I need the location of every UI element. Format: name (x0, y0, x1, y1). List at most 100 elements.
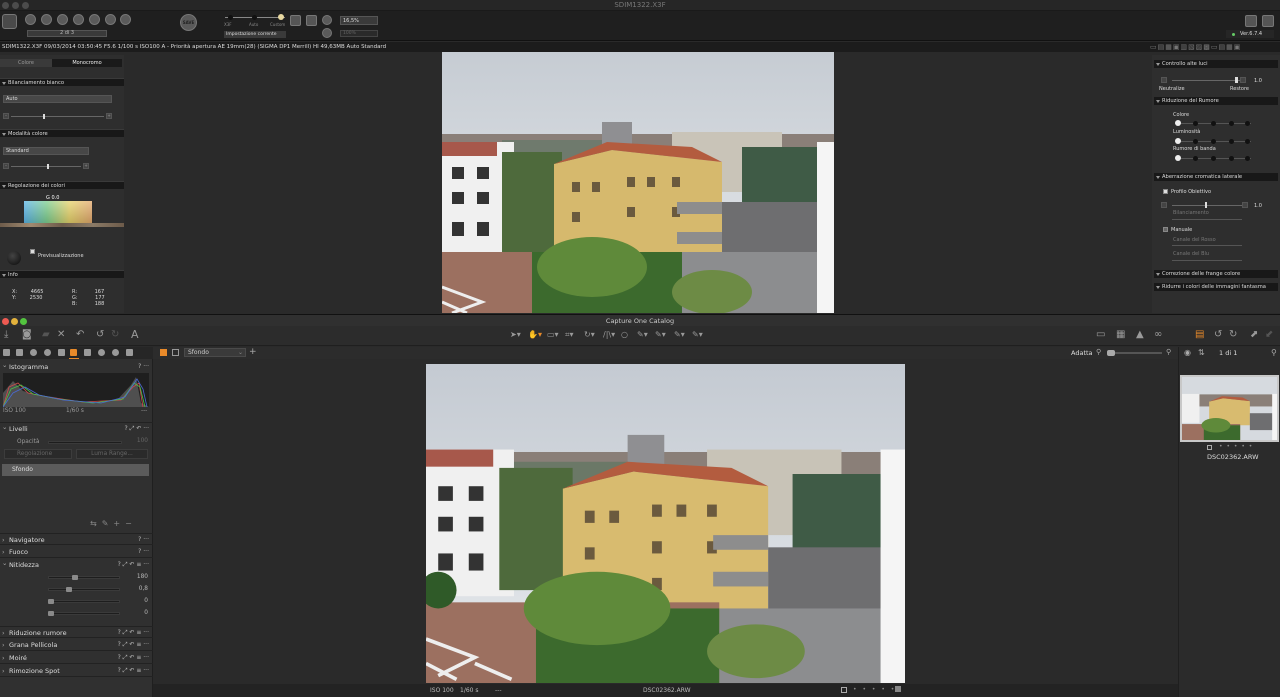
picker-tool-icon[interactable]: ✎▾ (637, 330, 648, 340)
eye-icon[interactable]: ◉ (1184, 348, 1191, 357)
exposure-warning-icon[interactable]: ▲ (1136, 330, 1144, 340)
plus-icon[interactable]: + (83, 163, 89, 169)
capture-tab-icon[interactable] (16, 349, 23, 356)
thumb-rating-icon[interactable]: • • • • • (1219, 443, 1253, 450)
rotate-tool-icon[interactable]: ↻▾ (584, 330, 595, 340)
import-icon[interactable]: ⤓ (4, 330, 8, 340)
brush-tool-icon[interactable]: ✎▾ (655, 330, 666, 340)
thumb-checkbox[interactable] (1207, 445, 1212, 450)
camera-icon[interactable]: ◙ (22, 330, 32, 340)
opacita-value[interactable]: 100 (124, 437, 148, 446)
rumore-banda-slider[interactable] (1175, 155, 1251, 161)
modalita-header[interactable]: Modalità colore (0, 129, 124, 137)
zoom-slider[interactable] (1107, 352, 1162, 354)
add-layer-icon[interactable]: + (249, 347, 257, 357)
fullscreen-icon[interactable] (89, 14, 100, 25)
alte-luci-knob[interactable] (1235, 77, 1238, 83)
grid-icon[interactable] (1245, 15, 1257, 27)
rotate-right-icon[interactable] (73, 14, 84, 25)
tool-moire[interactable]: Moiré ? ⤢ ↶ ≡ ··· (0, 652, 153, 664)
nitidezza-slider[interactable] (48, 600, 120, 603)
zoom-slider-knob[interactable] (1107, 350, 1115, 356)
tool-help-more-icon[interactable]: ? ··· (138, 534, 149, 546)
compare-icon[interactable] (105, 14, 116, 25)
nitidezza-slider[interactable] (48, 576, 120, 579)
layer-select[interactable]: Sfondo ⌄ (184, 348, 246, 357)
sort-icon[interactable]: ⇅ (1198, 348, 1205, 357)
tool-help-more-icon[interactable]: ? ··· (138, 361, 149, 373)
opacita-slider[interactable] (48, 441, 122, 444)
layout-icon[interactable] (1262, 15, 1274, 27)
crop-tool-icon[interactable]: ⌗▾ (565, 330, 574, 340)
slider-knob[interactable] (47, 164, 49, 169)
tab-monocromo[interactable]: Monocromo (52, 59, 122, 67)
minus-icon[interactable]: – (3, 113, 9, 119)
nitidezza-slider-knob[interactable] (71, 575, 78, 580)
fantasma-header[interactable]: Ridurre i colori delle immagini fantasma (1154, 283, 1278, 291)
pan-tool-icon[interactable]: ✋▾ (528, 330, 542, 340)
profilo-checkbox[interactable] (1163, 189, 1168, 194)
color-tab-icon[interactable] (44, 349, 51, 356)
luminosita-slider[interactable] (1175, 138, 1251, 144)
bilanciamento-slider[interactable]: – + (3, 113, 112, 119)
undo-hand-icon[interactable]: ↶ (76, 330, 84, 340)
slider-knob[interactable] (1175, 120, 1181, 126)
tool-actions-icon[interactable]: ? ⤢ ↶ ≡ ··· (118, 627, 149, 639)
alte-luci-header[interactable]: Controllo alte luci (1154, 60, 1278, 68)
plus-icon[interactable]: + (106, 113, 112, 119)
layer-actions-icons[interactable]: ⇆✎+− (90, 519, 137, 528)
preview-checkbox[interactable] (30, 249, 35, 254)
slider-knob[interactable] (43, 114, 45, 119)
plus-icon[interactable] (1242, 202, 1248, 208)
plus-icon[interactable] (1240, 77, 1246, 83)
multi-view-icon[interactable] (160, 349, 167, 356)
rating-stars-icon[interactable]: • • • • • (853, 684, 896, 695)
tool-actions-icon[interactable]: ? ⤢ ↶ ≡ ··· (118, 559, 149, 571)
luma-range-button[interactable]: Luma Range... (76, 449, 148, 459)
zoom-field[interactable]: 16,5% (340, 16, 378, 25)
aberrazione-header[interactable]: Aberrazione cromatica laterale (1154, 173, 1278, 181)
tool-livelli[interactable]: Livelli ? ⤢ ↶ ··· (0, 421, 153, 434)
export-icon[interactable]: ▰ (42, 330, 50, 340)
zoom-in-icon[interactable]: ⚲ (1166, 348, 1171, 356)
tool-help-more-icon[interactable]: ? ··· (138, 546, 149, 558)
fit-label[interactable]: Adatta (1071, 349, 1093, 357)
color-tag-icon[interactable] (895, 686, 901, 692)
neutralize-label[interactable]: Neutralize (1159, 86, 1185, 92)
nitidezza-slider-knob[interactable] (66, 587, 73, 592)
proof-glasses-icon[interactable]: ∞ (1154, 330, 1162, 340)
spot-tool-icon[interactable]: ○ (621, 330, 628, 340)
info-icon[interactable] (25, 14, 36, 25)
grid-overlay-icon[interactable]: ▦ (1116, 330, 1125, 340)
apply-icon[interactable]: ⬈ (1250, 330, 1258, 340)
tool-actions-icon[interactable]: ? ⤢ ↶ ≡ ··· (118, 639, 149, 651)
nitidezza-value[interactable]: 0,8 (124, 585, 148, 594)
library-tab-icon[interactable] (3, 349, 10, 356)
nitidezza-value[interactable]: 0 (124, 597, 148, 606)
tool-actions-icon[interactable]: ? ⤢ ↶ ≡ ··· (118, 652, 149, 664)
tool-riduzione-rumore[interactable]: Riduzione rumore ? ⤢ ↶ ≡ ··· (0, 626, 153, 639)
view-icon[interactable]: ▭ (1096, 330, 1105, 340)
monitor-icon[interactable] (306, 15, 317, 26)
zoom-preset[interactable]: 100% (340, 30, 378, 37)
tool-fuoco[interactable]: Fuoco ? ··· (0, 546, 153, 558)
grid-view-icon[interactable] (2, 14, 17, 29)
loupe-tool-icon[interactable]: ▭▾ (547, 330, 559, 340)
mode-slider-knob[interactable] (278, 14, 284, 20)
details-tab-icon[interactable] (70, 349, 77, 356)
tool-istogramma[interactable]: Istogramma ? ··· (0, 359, 153, 373)
tool-nitidezza[interactable]: Nitidezza ? ⤢ ↶ ≡ ··· (0, 557, 153, 571)
rumore-header[interactable]: Riduzione del Rumore (1154, 97, 1278, 105)
panel-switch-icons[interactable]: ▭▤▦▣▥▧▨▩▭▤▦▣ (1150, 43, 1278, 51)
regolazione-button[interactable]: Regolazione (4, 449, 72, 459)
layer-row-sfondo[interactable]: Sfondo (2, 464, 149, 476)
back-icon[interactable] (41, 14, 52, 25)
keystone-tool-icon[interactable]: /|\▾ (603, 330, 615, 340)
nitidezza-slider[interactable] (48, 588, 120, 591)
impostazione-dropdown[interactable]: Impostazione corrente (224, 31, 286, 38)
copy-settings-icon[interactable]: ▤ (1195, 330, 1204, 340)
tool-actions-icon[interactable]: ? ⤢ ↶ ≡ ··· (118, 665, 149, 677)
nitidezza-slider-knob[interactable] (48, 611, 54, 616)
magnifier-icon[interactable] (322, 15, 332, 25)
minus-icon[interactable]: – (3, 163, 9, 169)
